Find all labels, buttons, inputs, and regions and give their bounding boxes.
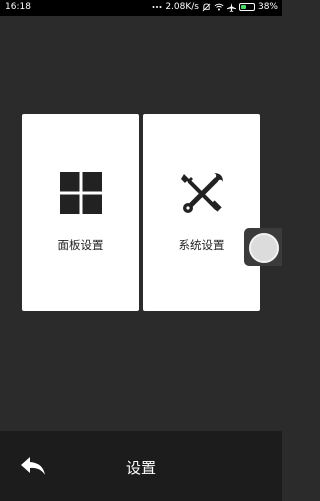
panel-settings-label: 面板设置 xyxy=(57,238,104,252)
tools-icon xyxy=(180,172,224,220)
page-title: 设置 xyxy=(125,459,156,477)
wifi-icon xyxy=(214,3,224,11)
grid-icon xyxy=(59,172,102,218)
system-settings-label: 系统设置 xyxy=(178,238,225,252)
assistive-touch-icon xyxy=(249,233,279,263)
signal-dots-icon xyxy=(152,3,162,11)
system-settings-card[interactable]: 系统设置 xyxy=(143,114,260,311)
floating-assistive-handle[interactable] xyxy=(244,228,282,266)
status-bar: 16:18 2.08K/s 38% xyxy=(0,0,282,16)
battery-icon xyxy=(238,3,255,11)
network-speed: 2.08K/s xyxy=(165,2,199,12)
battery-percent: 38% xyxy=(257,2,278,12)
bottom-bar: 设置 xyxy=(0,431,282,501)
airplane-icon xyxy=(226,2,236,12)
status-time: 16:18 xyxy=(5,2,31,12)
mute-icon xyxy=(202,2,211,12)
panel-settings-card[interactable]: 面板设置 xyxy=(22,114,139,311)
